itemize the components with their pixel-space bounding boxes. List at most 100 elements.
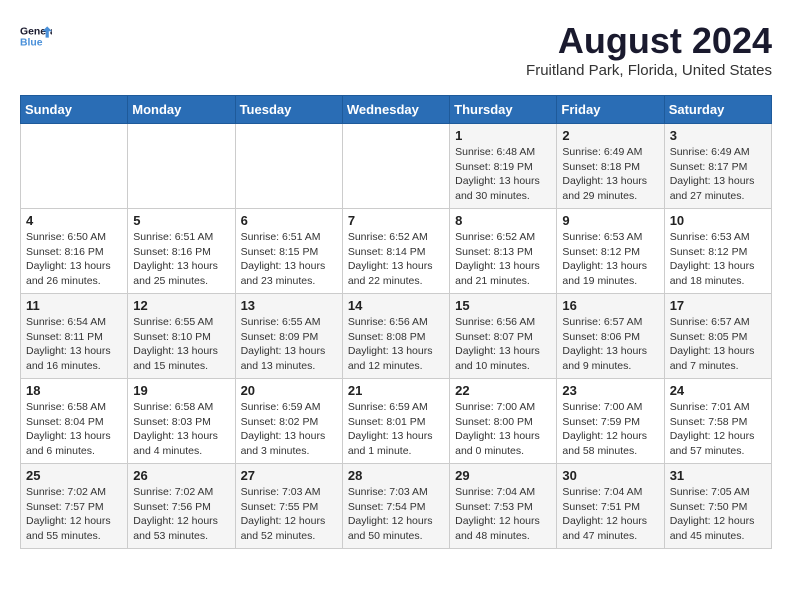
calendar-cell: 29Sunrise: 7:04 AMSunset: 7:53 PMDayligh… <box>450 464 557 549</box>
calendar-cell: 1 Sunrise: 6:48 AMSunset: 8:19 PMDaylight… <box>450 124 557 209</box>
calendar-cell <box>21 124 128 209</box>
day-info: Sunrise: 7:01 AMSunset: 7:58 PMDaylight:… <box>670 400 766 459</box>
day-info: Sunrise: 6:55 AMSunset: 8:10 PMDaylight:… <box>133 315 229 374</box>
calendar-cell: 13 Sunrise: 6:55 AMSunset: 8:09 PMDayligh… <box>235 294 342 379</box>
calendar-cell: 5 Sunrise: 6:51 AMSunset: 8:16 PMDaylight… <box>128 209 235 294</box>
day-number: 2 <box>562 128 658 143</box>
calendar-cell: 30 Sunrise: 7:04 AMSunset: 7:51 PMDayligh… <box>557 464 664 549</box>
day-info: Sunrise: 6:53 AMSunset: 8:12 PMDaylight:… <box>562 230 658 289</box>
day-number: 6 <box>241 213 337 228</box>
calendar-week-2: 4 Sunrise: 6:50 AMSunset: 8:16 PMDaylight… <box>21 209 772 294</box>
day-info: Sunrise: 7:00 AMSunset: 7:59 PMDaylight:… <box>562 400 658 459</box>
calendar-cell: 4 Sunrise: 6:50 AMSunset: 8:16 PMDaylight… <box>21 209 128 294</box>
day-number: 18 <box>26 383 122 398</box>
calendar-cell <box>235 124 342 209</box>
day-info: Sunrise: 6:53 AMSunset: 8:12 PMDaylight:… <box>670 230 766 289</box>
day-info: Sunrise: 6:56 AMSunset: 8:07 PMDaylight:… <box>455 315 551 374</box>
day-number: 1 <box>455 128 551 143</box>
calendar-cell: 15 Sunrise: 6:56 AMSunset: 8:07 PMDayligh… <box>450 294 557 379</box>
calendar-cell: 16 Sunrise: 6:57 AMSunset: 8:06 PMDayligh… <box>557 294 664 379</box>
calendar-cell <box>342 124 449 209</box>
calendar-cell: 28 Sunrise: 7:03 AMSunset: 7:54 PMDayligh… <box>342 464 449 549</box>
weekday-header-wednesday: Wednesday <box>342 96 449 124</box>
calendar-cell: 27 Sunrise: 7:03 AMSunset: 7:55 PMDayligh… <box>235 464 342 549</box>
day-number: 3 <box>670 128 766 143</box>
calendar-cell: 25Sunrise: 7:02 AMSunset: 7:57 PMDayligh… <box>21 464 128 549</box>
day-info: Sunrise: 6:48 AMSunset: 8:19 PMDaylight:… <box>455 145 551 204</box>
day-info: Sunrise: 7:03 AMSunset: 7:54 PMDaylight:… <box>348 485 444 544</box>
day-info: Sunrise: 6:50 AMSunset: 8:16 PMDaylight:… <box>26 230 122 289</box>
calendar-cell <box>128 124 235 209</box>
day-info: Sunrise: 7:02 AMSunset: 7:56 PMDaylight:… <box>133 485 229 544</box>
calendar-cell: 9Sunrise: 6:53 AMSunset: 8:12 PMDaylight… <box>557 209 664 294</box>
day-number: 26 <box>133 468 229 483</box>
day-number: 4 <box>26 213 122 228</box>
calendar-cell: 20Sunrise: 6:59 AMSunset: 8:02 PMDayligh… <box>235 379 342 464</box>
day-info: Sunrise: 6:52 AMSunset: 8:13 PMDaylight:… <box>455 230 551 289</box>
day-number: 20 <box>241 383 337 398</box>
day-info: Sunrise: 6:51 AMSunset: 8:15 PMDaylight:… <box>241 230 337 289</box>
day-number: 16 <box>562 298 658 313</box>
day-number: 21 <box>348 383 444 398</box>
calendar-cell: 21 Sunrise: 6:59 AMSunset: 8:01 PMDayligh… <box>342 379 449 464</box>
calendar-week-5: 25Sunrise: 7:02 AMSunset: 7:57 PMDayligh… <box>21 464 772 549</box>
day-info: Sunrise: 7:04 AMSunset: 7:53 PMDaylight:… <box>455 485 551 544</box>
calendar-cell: 26 Sunrise: 7:02 AMSunset: 7:56 PMDayligh… <box>128 464 235 549</box>
weekday-header-monday: Monday <box>128 96 235 124</box>
calendar-cell: 23 Sunrise: 7:00 AMSunset: 7:59 PMDayligh… <box>557 379 664 464</box>
weekday-header-thursday: Thursday <box>450 96 557 124</box>
day-number: 19 <box>133 383 229 398</box>
day-info: Sunrise: 6:57 AMSunset: 8:06 PMDaylight:… <box>562 315 658 374</box>
title-block: August 2024 Fruitland Park, Florida, Uni… <box>526 20 772 79</box>
logo: General Blue <box>20 20 52 52</box>
day-number: 10 <box>670 213 766 228</box>
day-number: 13 <box>241 298 337 313</box>
day-number: 12 <box>133 298 229 313</box>
day-info: Sunrise: 7:05 AMSunset: 7:50 PMDaylight:… <box>670 485 766 544</box>
day-number: 25 <box>26 468 122 483</box>
calendar-cell: 22 Sunrise: 7:00 AMSunset: 8:00 PMDayligh… <box>450 379 557 464</box>
day-info: Sunrise: 6:55 AMSunset: 8:09 PMDaylight:… <box>241 315 337 374</box>
day-number: 17 <box>670 298 766 313</box>
calendar-cell: 31Sunrise: 7:05 AMSunset: 7:50 PMDayligh… <box>664 464 771 549</box>
calendar-table: SundayMondayTuesdayWednesdayThursdayFrid… <box>20 95 772 549</box>
calendar-cell: 18 Sunrise: 6:58 AMSunset: 8:04 PMDayligh… <box>21 379 128 464</box>
day-info: Sunrise: 6:58 AMSunset: 8:03 PMDaylight:… <box>133 400 229 459</box>
day-number: 7 <box>348 213 444 228</box>
day-info: Sunrise: 6:54 AMSunset: 8:11 PMDaylight:… <box>26 315 122 374</box>
day-info: Sunrise: 7:03 AMSunset: 7:55 PMDaylight:… <box>241 485 337 544</box>
day-number: 5 <box>133 213 229 228</box>
day-number: 27 <box>241 468 337 483</box>
day-number: 15 <box>455 298 551 313</box>
weekday-header-row: SundayMondayTuesdayWednesdayThursdayFrid… <box>21 96 772 124</box>
day-number: 28 <box>348 468 444 483</box>
day-info: Sunrise: 6:59 AMSunset: 8:01 PMDaylight:… <box>348 400 444 459</box>
calendar-cell: 6 Sunrise: 6:51 AMSunset: 8:15 PMDaylight… <box>235 209 342 294</box>
calendar-cell: 24Sunrise: 7:01 AMSunset: 7:58 PMDayligh… <box>664 379 771 464</box>
calendar-cell: 10 Sunrise: 6:53 AMSunset: 8:12 PMDayligh… <box>664 209 771 294</box>
day-info: Sunrise: 6:49 AMSunset: 8:17 PMDaylight:… <box>670 145 766 204</box>
page-subtitle: Fruitland Park, Florida, United States <box>526 62 772 79</box>
day-info: Sunrise: 6:57 AMSunset: 8:05 PMDaylight:… <box>670 315 766 374</box>
day-info: Sunrise: 6:49 AMSunset: 8:18 PMDaylight:… <box>562 145 658 204</box>
day-number: 11 <box>26 298 122 313</box>
calendar-cell: 17 Sunrise: 6:57 AMSunset: 8:05 PMDayligh… <box>664 294 771 379</box>
weekday-header-tuesday: Tuesday <box>235 96 342 124</box>
calendar-cell: 11 Sunrise: 6:54 AMSunset: 8:11 PMDayligh… <box>21 294 128 379</box>
day-number: 30 <box>562 468 658 483</box>
day-info: Sunrise: 6:52 AMSunset: 8:14 PMDaylight:… <box>348 230 444 289</box>
day-number: 23 <box>562 383 658 398</box>
day-info: Sunrise: 7:00 AMSunset: 8:00 PMDaylight:… <box>455 400 551 459</box>
day-info: Sunrise: 6:58 AMSunset: 8:04 PMDaylight:… <box>26 400 122 459</box>
day-info: Sunrise: 7:04 AMSunset: 7:51 PMDaylight:… <box>562 485 658 544</box>
calendar-cell: 19 Sunrise: 6:58 AMSunset: 8:03 PMDayligh… <box>128 379 235 464</box>
calendar-cell: 7 Sunrise: 6:52 AMSunset: 8:14 PMDaylight… <box>342 209 449 294</box>
calendar-cell: 8Sunrise: 6:52 AMSunset: 8:13 PMDaylight… <box>450 209 557 294</box>
page-header: General Blue August 2024 Fruitland Park,… <box>20 20 772 79</box>
day-number: 14 <box>348 298 444 313</box>
day-number: 22 <box>455 383 551 398</box>
day-info: Sunrise: 6:51 AMSunset: 8:16 PMDaylight:… <box>133 230 229 289</box>
calendar-cell: 12 Sunrise: 6:55 AMSunset: 8:10 PMDayligh… <box>128 294 235 379</box>
calendar-week-1: 1 Sunrise: 6:48 AMSunset: 8:19 PMDaylight… <box>21 124 772 209</box>
calendar-cell: 2 Sunrise: 6:49 AMSunset: 8:18 PMDaylight… <box>557 124 664 209</box>
